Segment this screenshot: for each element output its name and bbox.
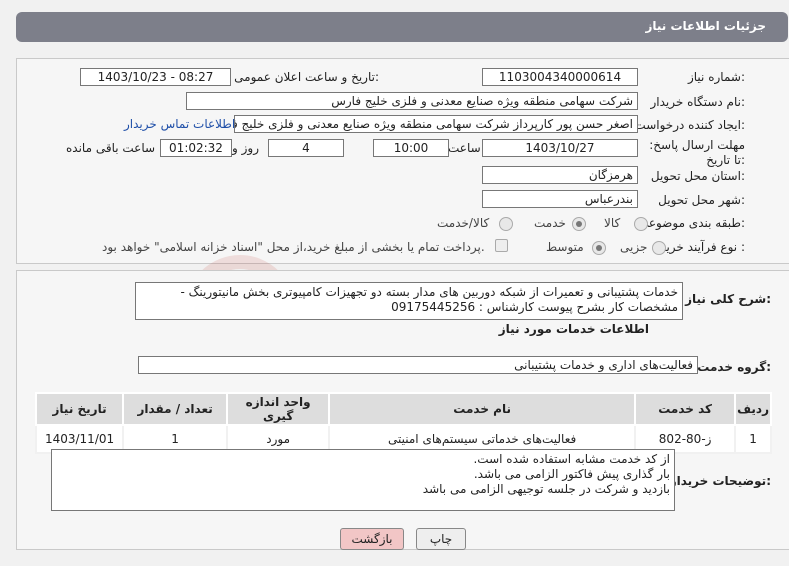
- back-button[interactable]: بازگشت: [340, 528, 404, 550]
- process-medium-radio[interactable]: [592, 241, 606, 255]
- services-info-title: اطلاعات خدمات مورد نیاز: [498, 322, 649, 336]
- col-service-name: نام خدمت: [328, 392, 637, 426]
- process-type-label: نوع فرآیند خرید :: [660, 240, 745, 254]
- process-minor-radio[interactable]: [652, 241, 666, 255]
- notes-line-1: از کد خدمت مشابه استفاده شده است.: [473, 452, 670, 466]
- buyer-org-label: نام دستگاه خریدار:: [650, 95, 746, 109]
- category-label: طبقه بندی موضوعی:: [638, 216, 745, 230]
- col-unit: واحد اندازه گیری: [226, 392, 331, 426]
- remaining-time-field[interactable]: 01:02:32: [160, 139, 232, 157]
- deadline-label: مهلت ارسال پاسخ: تا تاریخ:: [649, 138, 745, 167]
- need-number-label: شماره نیاز:: [687, 70, 745, 84]
- buyer-notes-label: توضیحات خریدار:: [669, 474, 771, 488]
- notes-line-3: بازدید و شرکت در جلسه توجیهی الزامی می ب…: [422, 482, 670, 496]
- treasury-payment-checkbox[interactable]: [495, 239, 508, 252]
- city-label: شهر محل تحویل:: [658, 193, 745, 207]
- notes-line-2: بار گذاری پیش فاکتور الزامی می باشد.: [473, 467, 670, 481]
- remaining-label: ساعت باقی مانده: [66, 141, 156, 155]
- category-service-label: خدمت: [534, 216, 566, 230]
- header-bar: جزئیات اطلاعات نیاز: [16, 12, 788, 42]
- deadline-time-label: ساعت: [448, 141, 481, 155]
- days-label: روز و: [232, 141, 259, 155]
- summary-label: شرح کلی نیاز:: [685, 292, 771, 306]
- summary-textarea[interactable]: خدمات پشتیبانی و تعمیرات از شبکه دوربین …: [135, 282, 683, 320]
- province-label: استان محل تحویل:: [650, 169, 745, 183]
- category-goods-service-radio[interactable]: [499, 217, 513, 231]
- deadline-date-field[interactable]: 1403/10/27: [482, 139, 638, 157]
- requester-label: ایجاد کننده درخواست:: [634, 118, 745, 132]
- province-field[interactable]: هرمزگان: [482, 166, 638, 184]
- process-medium-label: متوسط: [546, 240, 584, 254]
- col-need-date: تاریخ نیاز: [34, 392, 125, 426]
- need-number-field[interactable]: 1103004340000614: [482, 68, 638, 86]
- print-button[interactable]: چاپ: [416, 528, 466, 550]
- treasury-payment-note: پرداخت تمام یا بخشی از مبلغ خرید،از محل …: [102, 240, 485, 254]
- cell-row-number: 1: [734, 424, 772, 454]
- category-goods-service-label: کالا/خدمت: [437, 216, 490, 230]
- announce-datetime-field[interactable]: 1403/10/23 - 08:27: [80, 68, 231, 86]
- city-field[interactable]: بندرعباس: [482, 190, 638, 208]
- summary-line-2: مشخصات کار بشرح پیوست کارشناس : 09175445…: [391, 300, 678, 314]
- col-row-number: ردیف: [734, 392, 772, 426]
- category-service-radio[interactable]: [572, 217, 586, 231]
- services-table: ردیف کد خدمت نام خدمت واحد اندازه گیری ت…: [34, 392, 772, 454]
- process-minor-label: جزیی: [620, 240, 648, 254]
- category-goods-label: کالا: [604, 216, 621, 230]
- deadline-time-field[interactable]: 10:00: [373, 139, 449, 157]
- service-group-field[interactable]: فعالیت‌های اداری و خدمات پشتیبانی: [138, 356, 698, 374]
- table-header-row: ردیف کد خدمت نام خدمت واحد اندازه گیری ت…: [34, 392, 772, 426]
- days-field[interactable]: 4: [268, 139, 344, 157]
- category-goods-radio[interactable]: [634, 217, 648, 231]
- announce-datetime-label: تاریخ و ساعت اعلان عمومی:: [234, 70, 379, 84]
- col-service-code: کد خدمت: [634, 392, 737, 426]
- col-quantity: تعداد / مقدار: [122, 392, 229, 426]
- requester-field[interactable]: اصغر حسن پور کارپرداز شرکت سهامی منطقه و…: [234, 115, 638, 133]
- header-title: جزئیات اطلاعات نیاز: [645, 19, 766, 33]
- page: جزئیات اطلاعات نیاز شماره نیاز: 11030043…: [0, 0, 789, 566]
- summary-line-1: خدمات پشتیبانی و تعمیرات از شبکه دوربین …: [180, 285, 678, 299]
- buyer-contact-link[interactable]: اطلاعات تماس خریدار: [124, 117, 235, 131]
- service-group-label: گروه خدمت:: [697, 360, 771, 374]
- buyer-notes-textarea[interactable]: از کد خدمت مشابه استفاده شده است. بار گذ…: [51, 449, 675, 511]
- buyer-org-field[interactable]: شرکت سهامی منطقه ویژه صنایع معدنی و فلزی…: [186, 92, 638, 110]
